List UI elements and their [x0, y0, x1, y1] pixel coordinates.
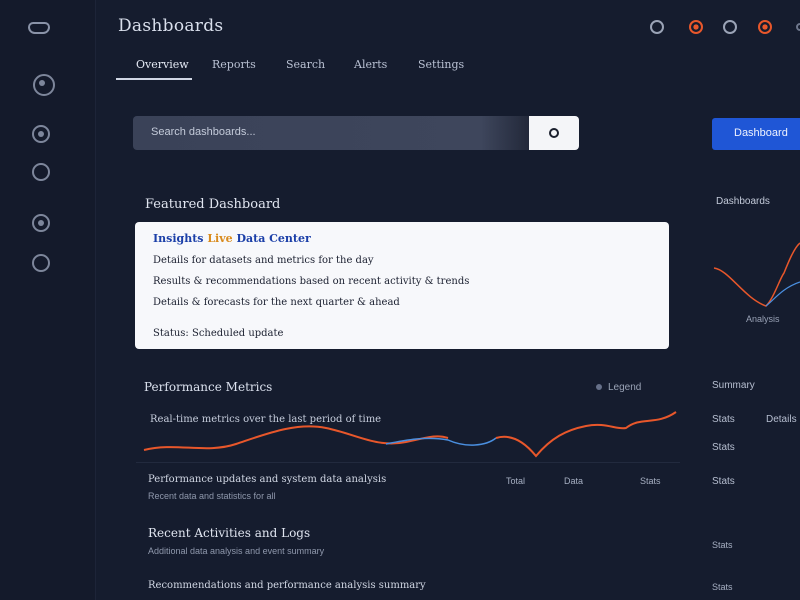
mini-panel-title: Dashboards	[716, 196, 770, 207]
chart-legend: Legend	[596, 382, 641, 393]
performance-chart-panel: Performance Metrics Legend Real-time met…	[136, 370, 684, 470]
row-subtitle: Additional data analysis and event summa…	[148, 546, 325, 556]
summary-item-label[interactable]: Stats	[712, 442, 735, 453]
eye-icon[interactable]	[650, 20, 664, 34]
side-rail	[0, 0, 96, 600]
search-bar[interactable]: Search dashboards...	[133, 116, 579, 150]
row-title: Performance updates and system data anal…	[148, 474, 387, 485]
card-status: Status: Scheduled update	[153, 328, 284, 339]
series-line-blue	[385, 437, 497, 446]
performance-line-chart	[143, 411, 677, 458]
mini-chart-panel: Dashboards Analysis	[704, 188, 800, 348]
card-heading-part-1: Insights	[153, 232, 208, 245]
top-bar: Dashboards	[96, 0, 800, 56]
summary-item-label[interactable]: Stats	[712, 476, 735, 487]
card-line-2: Results & recommendations based on recen…	[153, 276, 470, 287]
tab-alerts[interactable]: Alerts	[354, 58, 387, 71]
list-item[interactable]: Performance updates and system data anal…	[148, 474, 386, 501]
card-heading: Insights Live Data Center	[153, 232, 651, 245]
tab-settings[interactable]: Settings	[418, 58, 464, 71]
search-icon	[549, 128, 559, 138]
settings-icon[interactable]	[32, 214, 50, 232]
row-value: Stats	[712, 582, 733, 592]
dashboard-button[interactable]: Dashboard	[712, 118, 800, 150]
app-title: Dashboards	[118, 16, 224, 36]
cloud-icon[interactable]	[28, 22, 50, 34]
row-value: Stats	[712, 540, 733, 550]
tab-reports[interactable]: Reports	[212, 58, 256, 71]
mini-panel-footer: Analysis	[746, 314, 780, 324]
target-icon[interactable]	[32, 125, 50, 143]
featured-section-title: Featured Dashboard	[145, 197, 281, 212]
tab-search[interactable]: Search	[286, 58, 325, 71]
globe-icon[interactable]	[32, 163, 50, 181]
summary-item-value: Details	[766, 414, 797, 425]
list-item[interactable]: Recommendations and performance analysis…	[148, 580, 426, 591]
list-item[interactable]: Recent Activities and Logs Additional da…	[148, 526, 324, 556]
legend-label: Legend	[608, 382, 642, 393]
alert-icon[interactable]	[758, 20, 772, 34]
menu-icon[interactable]	[796, 23, 800, 31]
card-heading-part-3: Data Center	[236, 232, 311, 245]
search-input[interactable]: Search dashboards...	[151, 126, 256, 138]
card-heading-part-2: Live	[207, 232, 237, 245]
row-subtitle: Recent data and statistics for all	[148, 491, 276, 501]
row-title: Recommendations and performance analysis…	[148, 580, 426, 591]
card-line-3: Details & forecasts for the next quarter…	[153, 297, 400, 308]
series-line-orange-2	[495, 411, 677, 458]
row-value: Total	[506, 476, 526, 486]
series-line-orange	[143, 425, 449, 451]
row-title: Recent Activities and Logs	[148, 526, 311, 540]
legend-dot-icon	[596, 384, 602, 390]
user-icon[interactable]	[32, 254, 50, 272]
featured-card[interactable]: Insights Live Data Center Details for da…	[135, 222, 669, 349]
tab-overview[interactable]: Overview	[136, 58, 189, 71]
notification-icon[interactable]	[689, 20, 703, 34]
view-icon[interactable]	[723, 20, 737, 34]
divider	[136, 462, 680, 463]
gauge-icon[interactable]	[33, 74, 55, 96]
row-value: Stats	[640, 476, 661, 486]
active-tab-indicator	[116, 78, 192, 80]
summary-item-label[interactable]: Stats	[712, 414, 735, 425]
row-value: Data	[564, 476, 584, 486]
performance-title: Performance Metrics	[144, 380, 273, 394]
search-button[interactable]	[529, 116, 579, 150]
summary-title: Summary	[712, 380, 755, 391]
card-line-1: Details for datasets and metrics for the…	[153, 255, 374, 266]
